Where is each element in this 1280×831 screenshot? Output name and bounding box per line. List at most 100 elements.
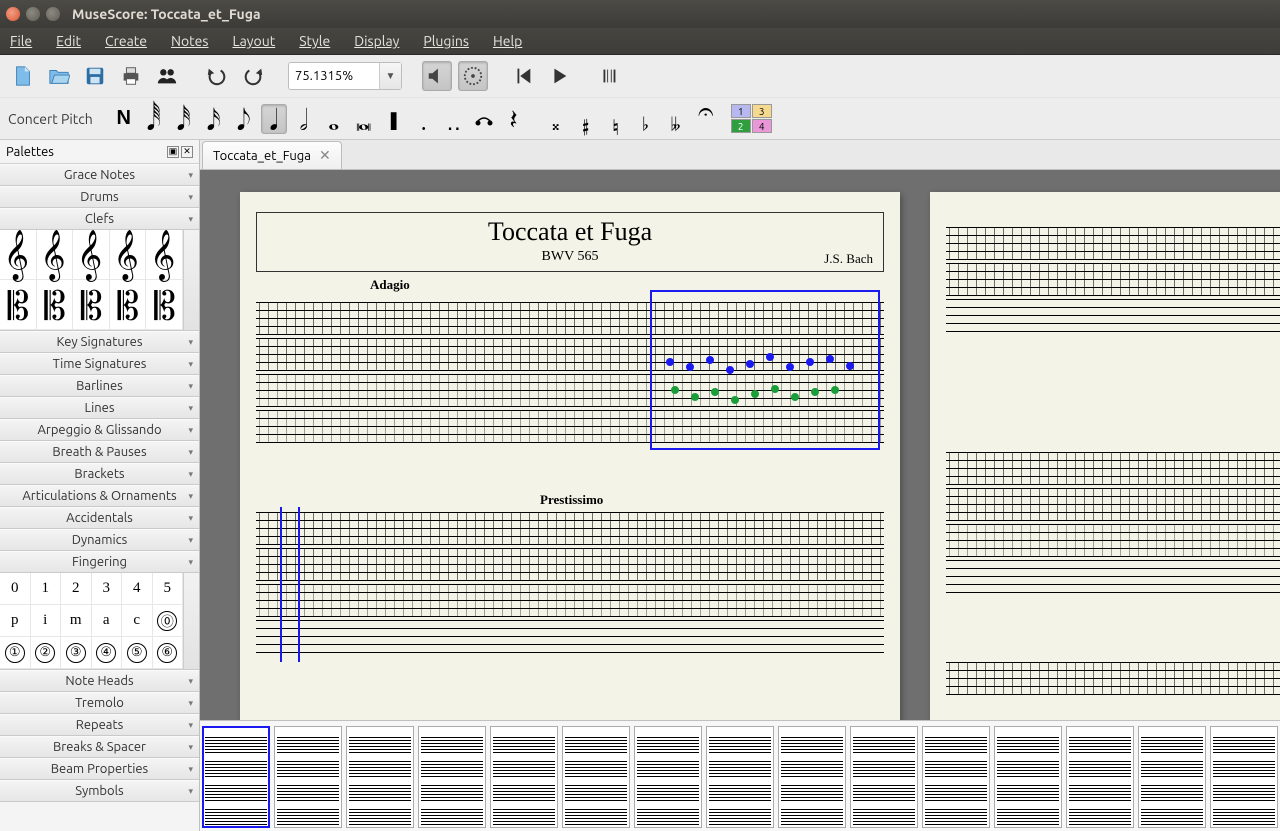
- navigator-panel[interactable]: [200, 720, 1280, 831]
- fingering-cell[interactable]: ⑤: [122, 637, 153, 669]
- note-half-button[interactable]: 𝅗𝅥: [291, 104, 317, 134]
- palette-grace-notes[interactable]: Grace Notes▾: [0, 164, 199, 186]
- clef-cell[interactable]: 𝄞: [146, 230, 183, 280]
- note-64th-button[interactable]: 𝅘𝅥𝅱: [141, 104, 167, 134]
- navigator-page-thumb[interactable]: [202, 726, 270, 828]
- staff-system-2[interactable]: [256, 512, 884, 656]
- sound-button[interactable]: [422, 61, 452, 91]
- palette-repeats[interactable]: Repeats▾: [0, 714, 199, 736]
- fingering-cell[interactable]: ⓪: [153, 605, 184, 637]
- play-button[interactable]: [544, 61, 574, 91]
- note-longa-button[interactable]: 𝅛: [381, 104, 407, 134]
- window-close-button[interactable]: [6, 7, 20, 21]
- note-input-mode-button[interactable]: N: [111, 104, 137, 134]
- staff-system[interactable]: [946, 662, 1280, 698]
- double-flat-button[interactable]: 𝄫: [663, 104, 689, 134]
- clef-cell[interactable]: 𝄡: [73, 280, 110, 330]
- new-file-button[interactable]: [8, 61, 38, 91]
- zoom-input[interactable]: [289, 69, 379, 83]
- palette-articulations[interactable]: Articulations & Ornaments▾: [0, 485, 199, 507]
- palette-dynamics[interactable]: Dynamics▾: [0, 529, 199, 551]
- menu-create[interactable]: Create: [105, 33, 147, 49]
- natural-button[interactable]: ♮: [603, 104, 629, 134]
- navigator-page-thumb[interactable]: [490, 726, 558, 828]
- note-8th-button[interactable]: 𝅘𝅥𝅮: [231, 104, 257, 134]
- note-dot-button[interactable]: .: [411, 104, 437, 134]
- palettes-float-button[interactable]: ▣: [167, 146, 179, 158]
- palette-fingering[interactable]: Fingering▾: [0, 551, 199, 573]
- fingering-cell[interactable]: 0: [0, 573, 31, 605]
- palette-breath-pauses[interactable]: Breath & Pauses▾: [0, 441, 199, 463]
- fingering-cell[interactable]: ②: [31, 637, 62, 669]
- fingering-cell[interactable]: 5: [153, 573, 184, 605]
- staff-system[interactable]: [946, 227, 1280, 335]
- note-breve-button[interactable]: 𝅜: [351, 104, 377, 134]
- fingering-cell[interactable]: 3: [92, 573, 123, 605]
- palette-breaks-spacer[interactable]: Breaks & Spacer▾: [0, 736, 199, 758]
- community-button[interactable]: [152, 61, 182, 91]
- note-16th-button[interactable]: 𝅘𝅥𝅯: [201, 104, 227, 134]
- fingering-cell[interactable]: c: [122, 605, 153, 637]
- fingering-cell[interactable]: 2: [61, 573, 92, 605]
- menu-edit[interactable]: Edit: [56, 33, 81, 49]
- navigator-page-thumb[interactable]: [1210, 726, 1278, 828]
- fingering-cell[interactable]: ③: [61, 637, 92, 669]
- clef-cell[interactable]: 𝄞: [73, 230, 110, 280]
- score-tab[interactable]: Toccata_et_Fuga ✕: [202, 141, 342, 169]
- window-minimize-button[interactable]: [26, 7, 40, 21]
- menu-display[interactable]: Display: [354, 33, 399, 49]
- navigator-page-thumb[interactable]: [922, 726, 990, 828]
- metronome-button[interactable]: [458, 61, 488, 91]
- fingering-cell[interactable]: m: [61, 605, 92, 637]
- clef-cell[interactable]: 𝄡: [0, 280, 37, 330]
- navigator-page-thumb[interactable]: [562, 726, 630, 828]
- clef-cell[interactable]: 𝄞: [110, 230, 147, 280]
- fingering-cell[interactable]: 1: [31, 573, 62, 605]
- navigator-page-thumb[interactable]: [274, 726, 342, 828]
- zoom-combo[interactable]: ▼: [288, 62, 402, 90]
- menu-style[interactable]: Style: [299, 33, 330, 49]
- fingering-cell[interactable]: a: [92, 605, 123, 637]
- score-canvas[interactable]: Toccata et Fuga BWV 565 J.S. Bach Adagio: [200, 170, 1280, 720]
- sharp-button[interactable]: ♯: [573, 104, 599, 134]
- navigator-page-thumb[interactable]: [1066, 726, 1134, 828]
- tab-close-button[interactable]: ✕: [319, 147, 331, 164]
- navigator-page-thumb[interactable]: [850, 726, 918, 828]
- navigator-page-thumb[interactable]: [778, 726, 846, 828]
- clef-cell[interactable]: 𝄡: [37, 280, 74, 330]
- navigator-page-thumb[interactable]: [706, 726, 774, 828]
- rewind-button[interactable]: [508, 61, 538, 91]
- note-whole-button[interactable]: 𝅝: [321, 104, 347, 134]
- fingering-scrollbar[interactable]: [183, 573, 199, 669]
- window-maximize-button[interactable]: [46, 7, 60, 21]
- clef-cell[interactable]: 𝄡: [110, 280, 147, 330]
- zoom-dropdown-button[interactable]: ▼: [379, 63, 401, 89]
- save-file-button[interactable]: [80, 61, 110, 91]
- menu-help[interactable]: Help: [493, 33, 522, 49]
- palette-arpeggio[interactable]: Arpeggio & Glissando▾: [0, 419, 199, 441]
- palette-lines[interactable]: Lines▾: [0, 397, 199, 419]
- clef-cell[interactable]: 𝄞: [37, 230, 74, 280]
- concert-pitch-button[interactable]: Concert Pitch: [8, 111, 93, 127]
- navigator-page-thumb[interactable]: [1138, 726, 1206, 828]
- menu-file[interactable]: File: [10, 33, 32, 49]
- voice-1-button[interactable]: 1: [731, 104, 751, 118]
- repeat-button[interactable]: [594, 61, 624, 91]
- palette-brackets[interactable]: Brackets▾: [0, 463, 199, 485]
- palette-tremolo[interactable]: Tremolo▾: [0, 692, 199, 714]
- fingering-cell[interactable]: ①: [0, 637, 31, 669]
- tempo-adagio[interactable]: Adagio: [370, 277, 410, 293]
- palette-symbols[interactable]: Symbols▾: [0, 780, 199, 802]
- note-tie-button[interactable]: [471, 104, 497, 134]
- palettes-close-button[interactable]: ✕: [181, 146, 193, 158]
- menu-notes[interactable]: Notes: [171, 33, 208, 49]
- menu-layout[interactable]: Layout: [232, 33, 275, 49]
- fingering-cell[interactable]: p: [0, 605, 31, 637]
- tempo-prestissimo[interactable]: Prestissimo: [540, 492, 603, 508]
- note-quarter-button[interactable]: 𝅘𝅥: [261, 104, 287, 134]
- double-sharp-button[interactable]: 𝄪: [543, 104, 569, 134]
- note-doubledot-button[interactable]: ‥: [441, 104, 467, 134]
- flat-button[interactable]: ♭: [633, 104, 659, 134]
- clefs-scrollbar[interactable]: [183, 230, 199, 330]
- palette-time-signatures[interactable]: Time Signatures▾: [0, 353, 199, 375]
